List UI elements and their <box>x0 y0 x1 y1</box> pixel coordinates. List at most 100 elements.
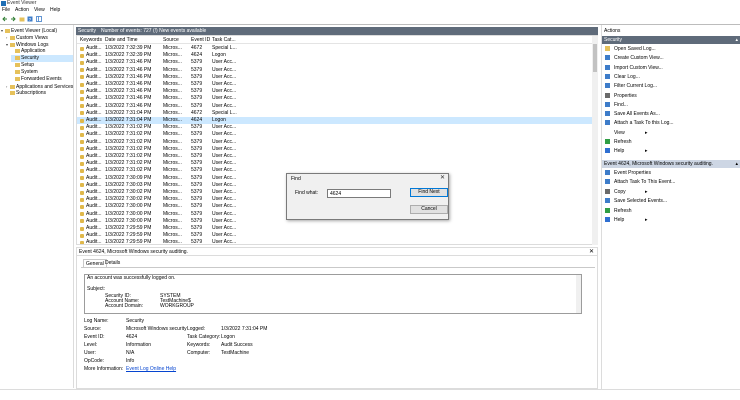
action-item[interactable]: Create Custom View... <box>605 54 664 62</box>
field-key: OpCode: <box>84 358 105 364</box>
folder-icon[interactable] <box>19 16 25 22</box>
table-row[interactable]: Audit... 1/3/2022 7:31:46 PM Micros... 5379… <box>77 103 597 110</box>
table-row[interactable]: Audit... 1/3/2022 7:32:39 PM Micros... 4624… <box>77 52 597 59</box>
cell-date-time: 1/3/2022 7:30:09 PM <box>105 174 152 181</box>
table-row[interactable]: Audit... 1/3/2022 7:31:02 PM Micros... 5379… <box>77 131 597 138</box>
key-icon <box>80 96 84 101</box>
action-item[interactable]: Save Selected Events... <box>605 197 667 205</box>
actions-section-security[interactable]: Security ▴ <box>602 36 740 44</box>
forward-arrow-icon[interactable] <box>10 16 16 22</box>
menu-help[interactable]: Help <box>50 7 60 14</box>
menu-file[interactable]: File <box>2 7 10 14</box>
table-row[interactable]: Audit... 1/3/2022 7:31:46 PM Micros... 5379… <box>77 73 597 81</box>
cell-task-category: User Acc... <box>212 138 237 145</box>
action-item[interactable]: Copy ▸ <box>605 188 648 196</box>
panel-layout-icon[interactable] <box>36 16 42 22</box>
action-item[interactable]: Help ▸ <box>605 147 648 155</box>
tree-item[interactable]: Setup <box>11 62 73 69</box>
table-row[interactable]: Audit... 1/3/2022 7:29:59 PM Micros... 5379… <box>77 232 597 239</box>
table-row[interactable]: Audit... 1/3/2022 7:31:46 PM Micros... 5379… <box>77 95 597 102</box>
log-summary: Number of events: 727 (!) New events ava… <box>101 28 207 34</box>
cancel-button[interactable]: Cancel <box>410 205 448 214</box>
action-item[interactable]: Filter Current Log... <box>605 82 657 90</box>
table-row[interactable]: Audit... 1/3/2022 7:31:02 PM Micros... 5379… <box>77 124 597 131</box>
actions-section-event[interactable]: Event 4624, Microsoft Windows security a… <box>602 160 740 168</box>
table-row[interactable]: Audit... 1/3/2022 7:29:59 PM Micros... 5379… <box>77 225 597 232</box>
table-row[interactable]: Audit... 1/3/2022 7:31:04 PM Micros... 4672… <box>77 110 597 117</box>
event-message-box[interactable]: An account was successfully logged on. S… <box>84 274 582 314</box>
folder-icon <box>10 91 15 95</box>
events-scrollbar-thumb[interactable] <box>593 44 597 72</box>
action-item[interactable]: Refresh <box>605 138 632 146</box>
action-item[interactable]: Refresh <box>605 207 632 215</box>
cell-event-id: 5379 <box>191 232 203 239</box>
tab-details[interactable]: Details <box>103 259 122 267</box>
table-row[interactable]: Audit... 1/3/2022 7:31:02 PM Micros... 5379… <box>77 146 597 153</box>
tree-item[interactable]: › Custom Views <box>6 34 73 41</box>
table-row[interactable]: Audit... 1/3/2022 7:31:04 PM Micros... 4624… <box>77 117 597 125</box>
action-item[interactable]: View ▸ <box>605 129 648 137</box>
col-date-time[interactable]: Date and Time <box>105 36 138 44</box>
menu-bar: File Action View Help <box>0 7 740 14</box>
table-row[interactable]: Audit... 1/3/2022 7:31:02 PM Micros... 5379… <box>77 153 597 160</box>
action-item[interactable]: Import Custom View... <box>605 64 663 72</box>
field-value: Logon <box>221 334 235 340</box>
action-item[interactable]: Attach Task To This Event... <box>605 178 675 186</box>
action-item[interactable]: Clear Log... <box>605 73 640 81</box>
cell-date-time: 1/3/2022 7:29:59 PM <box>105 232 152 239</box>
action-item[interactable]: Save All Events As... <box>605 110 660 118</box>
menu-action[interactable]: Action <box>15 7 29 14</box>
field-value: 4624 <box>126 334 138 340</box>
action-label: Import Custom View... <box>614 64 663 71</box>
table-row[interactable]: Audit... 1/3/2022 7:31:46 PM Micros... 5379… <box>77 67 597 74</box>
tree-item[interactable]: Subscriptions <box>6 90 73 97</box>
cell-event-id: 5379 <box>191 73 203 80</box>
table-row[interactable]: Audit... 1/3/2022 7:31:46 PM Micros... 5379… <box>77 81 597 88</box>
table-row[interactable]: Audit... 1/3/2022 7:31:46 PM Micros... 5379… <box>77 59 597 66</box>
field-key: Source: <box>84 326 102 332</box>
refresh-icon <box>605 139 610 144</box>
table-row[interactable]: Audit... 1/3/2022 7:32:39 PM Micros... 4672… <box>77 45 597 52</box>
col-keywords[interactable]: Keywords <box>80 36 102 44</box>
cell-date-time: 1/3/2022 7:31:46 PM <box>105 81 152 87</box>
back-arrow-icon[interactable] <box>2 16 8 22</box>
find-what-input[interactable] <box>327 189 391 198</box>
collapse-arrow-icon[interactable]: ▴ <box>735 160 738 168</box>
action-item[interactable]: Attach a Task To this Log... <box>605 119 674 127</box>
menu-view[interactable]: View <box>34 7 45 14</box>
dialog-close-icon[interactable]: ✕ <box>440 175 445 182</box>
tree-item[interactable]: Security <box>11 55 73 62</box>
field-value: Audit Success <box>221 342 253 348</box>
message-scrollbar[interactable] <box>576 275 581 313</box>
tree-item[interactable]: Forwarded Events <box>11 76 73 83</box>
event-log-online-help-link[interactable]: Event Log Online Help <box>126 366 176 373</box>
tree-item[interactable]: Application <box>11 48 73 55</box>
action-item[interactable]: Event Properties <box>605 169 651 177</box>
cell-date-time: 1/3/2022 7:30:03 PM <box>105 181 152 188</box>
find-next-button[interactable]: Find Next <box>410 188 448 197</box>
key-icon <box>80 140 84 145</box>
cell-source: Micros... <box>163 217 182 224</box>
action-item[interactable]: Open Saved Log... <box>605 45 656 53</box>
action-item[interactable]: Find... <box>605 101 628 109</box>
cell-keywords: Audit... <box>86 181 102 188</box>
collapse-arrow-icon[interactable]: ▴ <box>735 36 738 44</box>
col-event-id[interactable]: Event ID <box>191 36 210 44</box>
table-row[interactable]: Audit... 1/3/2022 7:29:59 PM Micros... 5379… <box>77 239 597 244</box>
tree-item[interactable]: › Applications and Services Lo <box>6 83 73 90</box>
help-book-icon[interactable]: ? <box>27 16 33 22</box>
action-label: Help <box>614 217 625 223</box>
table-row[interactable]: Audit... 1/3/2022 7:31:02 PM Micros... 5379… <box>77 138 597 146</box>
action-item[interactable]: Help ▸ <box>605 216 648 224</box>
cell-keywords: Audit... <box>86 124 102 131</box>
action-item[interactable]: Properties <box>605 92 637 100</box>
table-row[interactable]: Audit... 1/3/2022 7:31:46 PM Micros... 5379… <box>77 88 597 95</box>
cell-event-id: 4624 <box>191 52 203 59</box>
tree-item[interactable]: ▾ Windows Logs <box>6 41 73 48</box>
col-task-category[interactable]: Task Cat... <box>212 36 236 44</box>
tree-item[interactable]: ▾ Event Viewer (Local) <box>1 27 73 34</box>
tree-item[interactable]: System <box>11 69 73 76</box>
table-row[interactable]: Audit... 1/3/2022 7:31:02 PM Micros... 5379… <box>77 160 597 167</box>
cell-event-id: 5379 <box>191 95 203 102</box>
col-source[interactable]: Source <box>163 36 179 44</box>
